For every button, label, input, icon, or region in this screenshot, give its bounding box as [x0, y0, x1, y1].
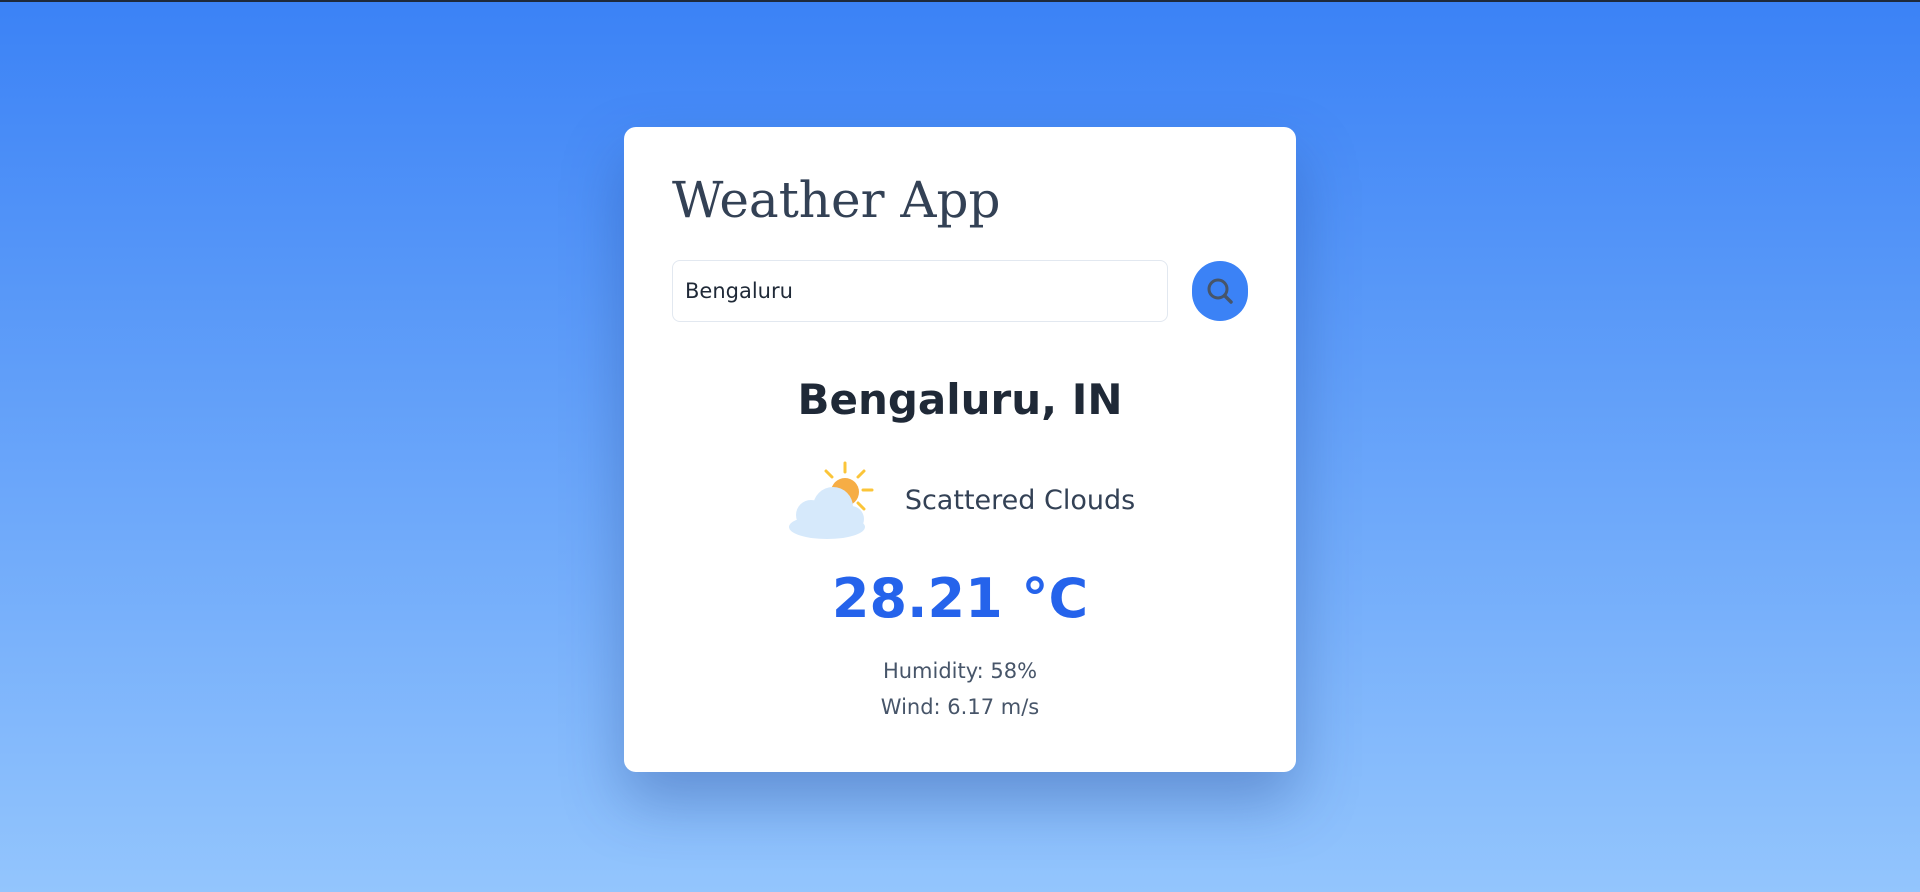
temperature-value: 28.21 °C [831, 567, 1089, 630]
app-title: Weather App [672, 171, 1001, 229]
weather-description: Scattered Clouds [904, 484, 1136, 516]
weather-card: Weather App Bengaluru, IN [624, 127, 1296, 772]
wind-text: Wind: 6.17 m/s [880, 695, 1040, 719]
search-icon [1204, 275, 1236, 307]
humidity-text: Humidity: 58% [882, 659, 1038, 683]
location-heading: Bengaluru, IN [797, 375, 1123, 424]
search-button[interactable] [1192, 261, 1248, 321]
city-search-input[interactable] [672, 260, 1168, 322]
condition-row: Scattered Clouds [624, 455, 1296, 545]
partly-cloudy-sun-icon [785, 459, 885, 541]
